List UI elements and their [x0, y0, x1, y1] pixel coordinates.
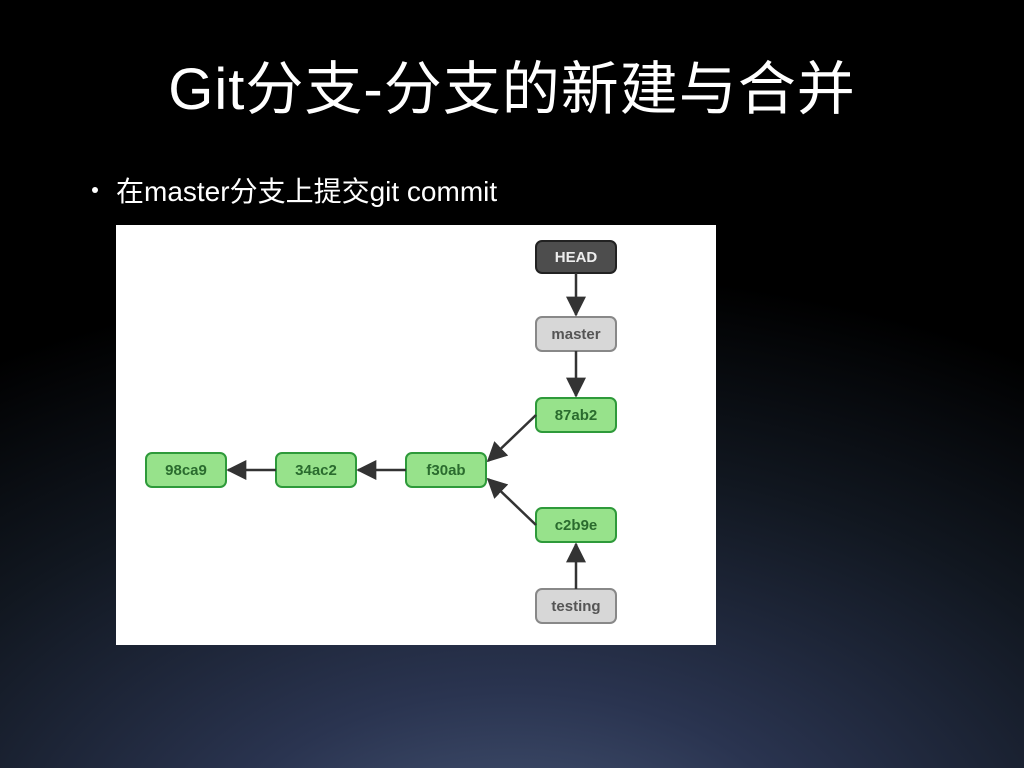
- parent-arrow: [488, 415, 536, 461]
- bullet-item: 在master分支上提交git commit: [92, 170, 1024, 210]
- commit-label: 87ab2: [555, 407, 598, 424]
- commit-label: 34ac2: [295, 462, 337, 479]
- branch-ref-label: testing: [551, 598, 600, 615]
- slide-title: Git分支-分支的新建与合并: [0, 0, 1024, 126]
- git-branch-diagram: 98ca9 34ac2 f30ab 87ab2 c2b9e master HEA…: [116, 225, 716, 645]
- bullet-dot-icon: [92, 187, 98, 193]
- parent-arrow: [488, 479, 536, 525]
- head-ref-label: HEAD: [555, 249, 598, 266]
- bullet-text: 在master分支上提交git commit: [116, 170, 497, 210]
- branch-ref-label: master: [551, 326, 600, 343]
- commit-label: 98ca9: [165, 462, 207, 479]
- commit-label: f30ab: [426, 462, 465, 479]
- commit-label: c2b9e: [555, 517, 598, 534]
